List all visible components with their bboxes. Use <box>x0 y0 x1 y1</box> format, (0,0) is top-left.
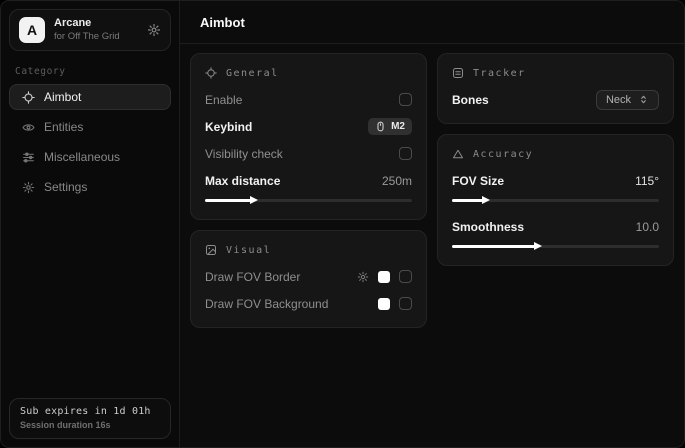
draw-fov-border-label: Draw FOV Border <box>205 270 300 284</box>
draw-fov-background-label: Draw FOV Background <box>205 297 328 311</box>
max-distance-value: 250m <box>382 174 412 188</box>
draw-fov-background-checkbox[interactable] <box>399 297 412 310</box>
mouse-icon <box>375 121 386 132</box>
general-card: General Enable Keybind M2 <box>190 53 427 220</box>
keybind-label: Keybind <box>205 120 252 134</box>
card-title: Accuracy <box>473 149 533 160</box>
slider-thumb[interactable] <box>482 196 490 204</box>
content-area: General Enable Keybind M2 <box>180 44 684 447</box>
slider-thumb[interactable] <box>534 242 542 250</box>
smoothness-value: 10.0 <box>636 220 659 234</box>
keybind-button[interactable]: M2 <box>368 118 412 135</box>
visibility-check-label: Visibility check <box>205 147 283 161</box>
card-title: General <box>226 68 279 79</box>
keybind-row: Keybind M2 <box>205 116 412 137</box>
gear-icon[interactable] <box>147 23 161 37</box>
fov-background-color-swatch[interactable] <box>378 298 390 310</box>
gear-icon[interactable] <box>357 271 369 283</box>
max-distance-slider[interactable] <box>205 194 412 206</box>
main-panel: Aimbot General Enable <box>180 1 684 447</box>
bones-row: Bones Neck <box>452 89 659 110</box>
draw-fov-background-row: Draw FOV Background <box>205 293 412 314</box>
visual-card: Visual Draw FOV Border Draw <box>190 230 427 328</box>
sidebar-item-settings[interactable]: Settings <box>9 174 171 200</box>
sidebar-item-entities[interactable]: Entities <box>9 114 171 140</box>
fov-size-value: 115° <box>635 174 659 188</box>
bones-label: Bones <box>452 93 489 107</box>
sidebar-item-label: Settings <box>44 180 87 194</box>
fov-size-slider[interactable] <box>452 194 659 206</box>
keybind-value: M2 <box>391 121 405 132</box>
image-icon <box>205 244 217 256</box>
app-title: Arcane <box>54 17 120 31</box>
scan-icon <box>452 67 464 79</box>
brand-card: A Arcane for Off The Grid <box>9 9 171 51</box>
gear-icon <box>22 181 35 194</box>
sidebar-item-miscellaneous[interactable]: Miscellaneous <box>9 144 171 170</box>
max-distance-label: Max distance <box>205 174 280 188</box>
crosshair-icon <box>205 67 217 79</box>
draw-fov-border-checkbox[interactable] <box>399 270 412 283</box>
smoothness-row: Smoothness 10.0 <box>452 216 659 237</box>
tracker-card: Tracker Bones Neck <box>437 53 674 124</box>
chevron-up-down-icon <box>638 94 649 105</box>
enable-label: Enable <box>205 93 242 107</box>
slider-thumb[interactable] <box>250 196 258 204</box>
sidebar-item-aimbot[interactable]: Aimbot <box>9 84 171 110</box>
session-duration-text: Session duration 16s <box>20 420 160 430</box>
fov-size-label: FOV Size <box>452 174 504 188</box>
card-title: Tracker <box>473 68 526 79</box>
bones-selected-value: Neck <box>606 94 631 106</box>
sub-expires-text: Sub expires in 1d 01h <box>20 406 160 417</box>
triangle-icon <box>452 148 464 160</box>
enable-checkbox[interactable] <box>399 93 412 106</box>
app-subtitle: for Off The Grid <box>54 31 120 43</box>
app-window: A Arcane for Off The Grid Category Aimbo… <box>0 0 685 448</box>
smoothness-label: Smoothness <box>452 220 524 234</box>
smoothness-slider[interactable] <box>452 240 659 252</box>
main-header: Aimbot <box>180 1 684 44</box>
bones-select[interactable]: Neck <box>596 90 659 110</box>
subscription-status-card: Sub expires in 1d 01h Session duration 1… <box>9 398 171 439</box>
sidebar-item-label: Miscellaneous <box>44 150 120 164</box>
crosshair-icon <box>22 91 35 104</box>
page-title: Aimbot <box>200 15 245 30</box>
enable-row: Enable <box>205 89 412 110</box>
visibility-check-row: Visibility check <box>205 143 412 164</box>
sidebar-item-label: Entities <box>44 120 83 134</box>
card-title: Visual <box>226 245 271 256</box>
max-distance-row: Max distance 250m <box>205 170 412 191</box>
app-logo: A <box>19 17 45 43</box>
sidebar-item-label: Aimbot <box>44 90 81 104</box>
sliders-icon <box>22 151 35 164</box>
visibility-check-checkbox[interactable] <box>399 147 412 160</box>
draw-fov-border-row: Draw FOV Border <box>205 266 412 287</box>
fov-size-row: FOV Size 115° <box>452 170 659 191</box>
eye-icon <box>22 121 35 134</box>
category-label: Category <box>15 66 165 77</box>
sidebar: A Arcane for Off The Grid Category Aimbo… <box>1 1 180 447</box>
fov-border-color-swatch[interactable] <box>378 271 390 283</box>
accuracy-card: Accuracy FOV Size 115° Smoothness <box>437 134 674 266</box>
